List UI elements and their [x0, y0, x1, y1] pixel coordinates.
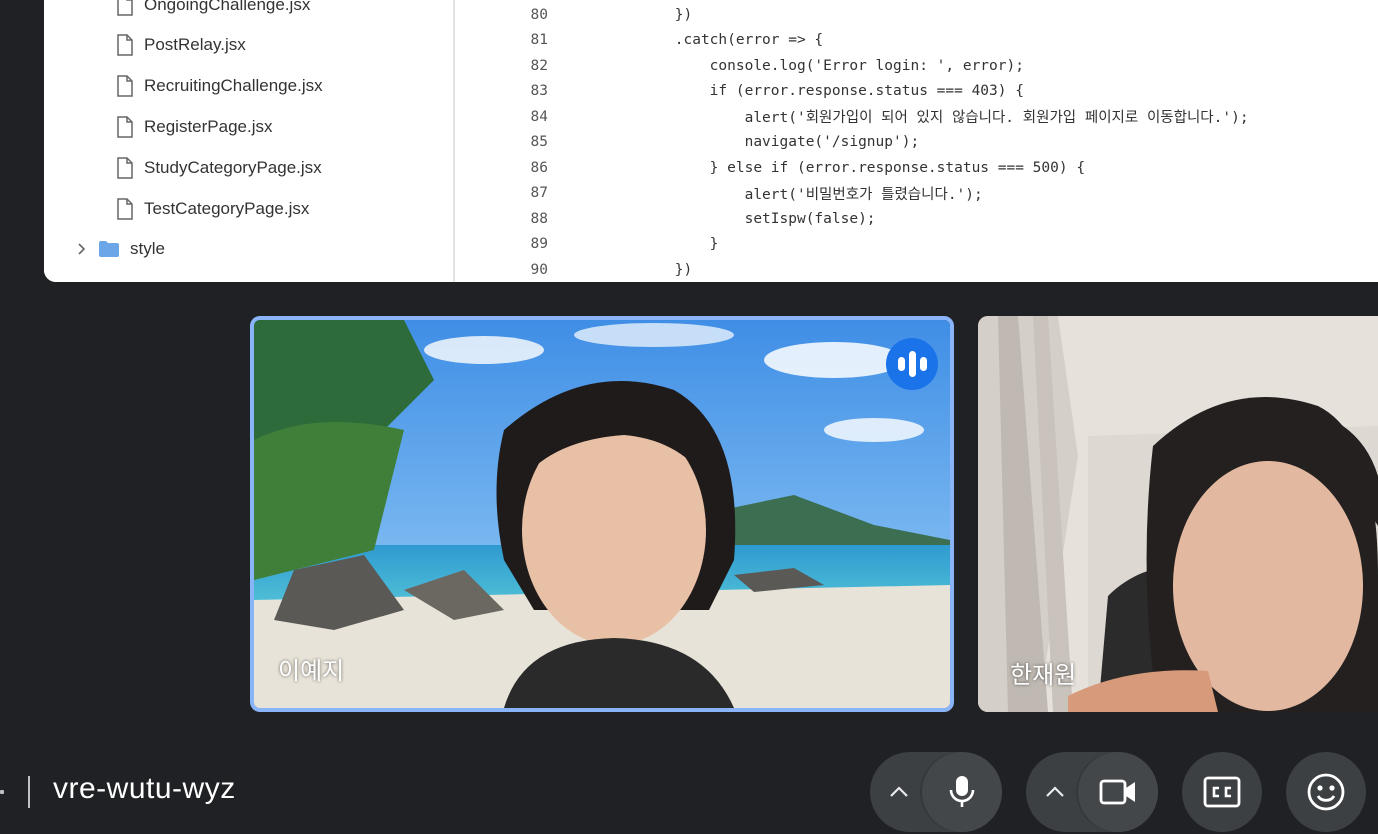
meeting-code[interactable]: vre-wutu-wyz: [53, 772, 236, 806]
file-item[interactable]: PostRelay.jsx: [116, 32, 246, 58]
file-name: TestCategoryPage.jsx: [144, 199, 310, 218]
code-line: 80 }): [475, 2, 1378, 28]
line-number: 85: [530, 134, 548, 151]
file-icon: [117, 198, 133, 220]
speaking-indicator-icon: [886, 338, 938, 390]
line-number: 90: [530, 261, 548, 278]
reactions-button[interactable]: [1286, 752, 1366, 832]
line-number: 82: [530, 57, 548, 74]
participant-tile[interactable]: 한재원: [978, 316, 1378, 712]
line-number: 89: [530, 236, 548, 253]
code-text: }): [570, 6, 693, 23]
code-text: }: [570, 236, 719, 253]
code-line: 85 navigate('/signup');: [475, 130, 1378, 156]
code-text: navigate('/signup');: [570, 134, 920, 151]
file-item[interactable]: StudyCategoryPage.jsx: [116, 155, 322, 181]
file-icon: [117, 116, 133, 138]
captions-button[interactable]: [1182, 752, 1262, 832]
panel-divider[interactable]: [453, 0, 455, 282]
file-name: RecruitingChallenge.jsx: [144, 76, 323, 95]
code-line: 88 setIspw(false);: [475, 206, 1378, 232]
file-item[interactable]: RegisterPage.jsx: [116, 114, 273, 140]
file-name: StudyCategoryPage.jsx: [144, 158, 322, 177]
code-text: console.log('Error login: ', error);: [570, 57, 1024, 74]
code-line: 84 alert('회원가입이 되어 있지 않습니다. 회원가입 페이지로 이동…: [475, 104, 1378, 130]
code-line: 81 .catch(error => {: [475, 28, 1378, 54]
file-icon: [117, 34, 133, 56]
code-text: } else if (error.response.status === 500…: [570, 159, 1086, 176]
folder-name: style: [130, 239, 165, 258]
line-number: 81: [530, 32, 548, 49]
code-editor[interactable]: 80 }) 81 .catch(error => { 82 console.lo…: [475, 0, 1378, 282]
line-number: 87: [530, 185, 548, 202]
meeting-divider: [28, 776, 30, 808]
code-text: }): [570, 261, 693, 278]
line-number: 84: [530, 108, 548, 125]
folder-item[interactable]: style: [74, 236, 165, 262]
code-text: .catch(error => {: [570, 32, 824, 49]
videocam-icon: [1099, 779, 1135, 805]
code-text: alert('비밀번호가 틀렸습니다.');: [570, 186, 983, 203]
file-name: PostRelay.jsx: [144, 35, 246, 54]
line-number: 80: [530, 6, 548, 23]
file-icon: [117, 75, 133, 97]
participant-video: [254, 320, 950, 708]
file-item[interactable]: RecruitingChallenge.jsx: [116, 73, 323, 99]
file-item[interactable]: TestCategoryPage.jsx: [116, 196, 309, 222]
participant-name: 한재원: [1010, 662, 1077, 689]
file-name: RegisterPage.jsx: [144, 117, 273, 136]
code-line: 82 console.log('Error login: ', error);: [475, 53, 1378, 79]
participant-tile-active[interactable]: 이예지: [250, 316, 954, 712]
code-text: alert('회원가입이 되어 있지 않습니다. 회원가입 페이지로 이동합니다…: [570, 110, 1249, 127]
time-separator: [0, 790, 4, 794]
camera-control-group: [1026, 752, 1158, 832]
closed-captions-icon: [1203, 776, 1241, 808]
participant-name: 이예지: [278, 658, 345, 685]
mic-button[interactable]: [922, 752, 1002, 832]
participant-video: [978, 316, 1378, 712]
code-line: 87 alert('비밀번호가 틀렸습니다.');: [475, 181, 1378, 207]
camera-options-button[interactable]: [1026, 752, 1084, 832]
meet-window: OngoingChallenge.jsx PostRelay.jsx Recru…: [0, 0, 1378, 834]
camera-button[interactable]: [1078, 752, 1158, 832]
mic-options-button[interactable]: [870, 752, 928, 832]
mic-control-group: [870, 752, 1002, 832]
line-number: 83: [530, 83, 548, 100]
shared-screen: OngoingChallenge.jsx PostRelay.jsx Recru…: [44, 0, 1378, 282]
chevron-up-icon: [890, 786, 908, 797]
file-explorer: OngoingChallenge.jsx PostRelay.jsx Recru…: [44, 0, 454, 282]
file-icon: [117, 0, 133, 16]
code-text: if (error.response.status === 403) {: [570, 83, 1024, 100]
file-item[interactable]: OngoingChallenge.jsx: [116, 0, 310, 18]
chevron-up-icon: [1046, 786, 1064, 797]
file-name: OngoingChallenge.jsx: [144, 0, 311, 14]
code-text: setIspw(false);: [570, 210, 876, 227]
line-number: 88: [530, 210, 548, 227]
file-icon: [117, 157, 133, 179]
code-line: 90 }): [475, 257, 1378, 282]
line-number: 86: [530, 159, 548, 176]
code-line: 86 } else if (error.response.status === …: [475, 155, 1378, 181]
folder-icon: [99, 241, 119, 257]
emoji-icon: [1307, 773, 1345, 811]
chevron-right-icon[interactable]: [74, 242, 88, 256]
microphone-icon: [949, 776, 975, 807]
code-line: 83 if (error.response.status === 403) {: [475, 79, 1378, 105]
code-line: 89 }: [475, 232, 1378, 258]
